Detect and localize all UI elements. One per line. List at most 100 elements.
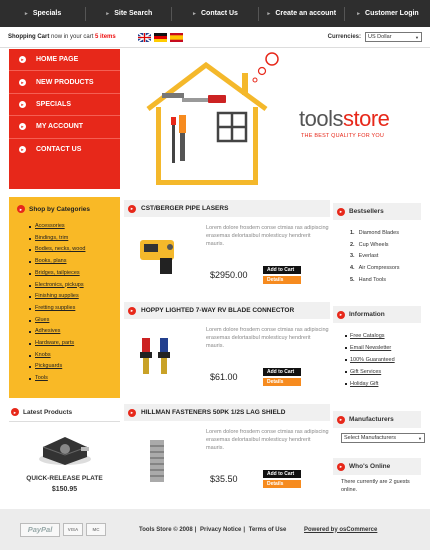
cart-count[interactable]: 5 items xyxy=(95,34,116,40)
store-logo: toolsstore xyxy=(299,106,390,131)
nav-specials[interactable]: ► Specials xyxy=(0,6,87,21)
cart-bar: Shopping Cart now in your cart 5 items C… xyxy=(0,27,430,48)
cart-text: now in your cart xyxy=(51,34,94,40)
product-description: Lorem dolore frosdem conse ctmias ras ad… xyxy=(206,327,329,349)
bullet-arrow-icon: ► xyxy=(337,207,345,216)
chevron-down-icon: ▼ xyxy=(415,34,419,40)
terms-link[interactable]: Terms of Use xyxy=(249,527,287,533)
chevron-down-icon: ▼ xyxy=(418,435,422,441)
category-link[interactable]: Finishing supplies xyxy=(29,291,112,303)
bullet-arrow-icon: ► xyxy=(337,415,345,424)
category-link[interactable]: Books, plans xyxy=(29,256,112,268)
add-to-cart-button[interactable]: Add to Cart xyxy=(263,266,301,274)
category-link[interactable]: Bindings, trim xyxy=(29,233,112,245)
category-link[interactable]: Knobs xyxy=(29,350,112,362)
currency-select[interactable]: US Dollar ▼ xyxy=(365,32,422,42)
bestseller-item[interactable]: 4. Air Compressors xyxy=(350,263,421,275)
menu-my-account[interactable]: ► MY ACCOUNT xyxy=(9,116,120,139)
add-to-cart-button[interactable]: Add to Cart xyxy=(263,368,301,376)
category-link[interactable]: Pickguards xyxy=(29,361,112,373)
info-link[interactable]: 100% Guaranteed xyxy=(345,354,421,366)
page: ► Specials ► Site Search ► Contact Us ► Crea… xyxy=(0,0,430,550)
info-link[interactable]: Holiday Gift xyxy=(345,378,421,390)
tools-house-illustration xyxy=(146,52,279,185)
uk-flag-icon[interactable] xyxy=(137,32,151,42)
product-description: Lorem dolore frosdem conse ctmias ras ad… xyxy=(206,429,329,451)
bestseller-item[interactable]: 2. Cup Wheels xyxy=(350,240,421,252)
product-heading: ► HILLMAN FASTENERS 50PK 1/2S LAG SHIELD xyxy=(124,404,330,421)
info-link[interactable]: Email Newsletter xyxy=(345,342,421,354)
category-link[interactable]: Bodies, necks, wood xyxy=(29,244,112,256)
category-link[interactable]: Glues xyxy=(29,315,112,327)
latest-heading: ► Latest Products xyxy=(9,405,120,422)
nav-customer-login[interactable]: ► Customer Login xyxy=(345,7,430,21)
product-heading: ► CST/BERGER PIPE LASERS xyxy=(124,200,330,217)
bullet-arrow-icon: ► xyxy=(11,408,19,416)
arrow-icon: ► xyxy=(266,10,272,17)
product-description: Lorem dolore frosdem conse ctmias ras ad… xyxy=(206,225,329,247)
bestsellers-heading: ► Bestsellers xyxy=(333,203,421,220)
information-box: ► Information Free Catalogs Email Newslet… xyxy=(333,306,421,390)
arrow-icon: ► xyxy=(356,10,362,17)
store-tagline: THE BEST QUALITY FOR YOU xyxy=(301,133,385,139)
nav-site-search[interactable]: ► Site Search xyxy=(86,6,173,21)
nav-contact-us[interactable]: ► Contact Us xyxy=(172,6,259,21)
bestseller-item[interactable]: 5. Hand Tools xyxy=(350,275,421,287)
latest-products-box: ► Latest Products QUICK-RELEASE PLATE $15… xyxy=(9,405,120,506)
category-link[interactable]: Tools xyxy=(29,373,112,385)
footer: PayPal VISA MC Tools Store © 2008 | Priva… xyxy=(0,509,430,550)
category-link[interactable]: Bridges, tailpieces xyxy=(29,268,112,280)
menu-new-products[interactable]: ► NEW PRODUCTS xyxy=(9,71,120,94)
bullet-arrow-icon: ► xyxy=(128,204,136,213)
manufacturers-heading: ► Manufacturers xyxy=(333,411,421,428)
details-button[interactable]: Details xyxy=(263,378,301,386)
details-button[interactable]: Details xyxy=(263,276,301,284)
latest-product-name[interactable]: QUICK-RELEASE PLATE xyxy=(9,475,120,482)
category-link[interactable]: Hardware, parts xyxy=(29,338,112,350)
bestseller-item[interactable]: 1. Diamond Blades xyxy=(350,228,421,240)
spain-flag-icon[interactable] xyxy=(169,32,183,42)
arrow-icon: ► xyxy=(192,10,197,17)
privacy-link[interactable]: Privacy Notice xyxy=(200,527,241,533)
arrow-icon: ► xyxy=(23,10,29,17)
germany-flag-icon[interactable] xyxy=(153,32,167,42)
main-menu: ► HOME PAGE ► NEW PRODUCTS ► SPECIALS ► MY A… xyxy=(9,49,120,189)
pipe-laser-image[interactable] xyxy=(130,222,184,282)
category-link[interactable]: Electronics, pickups xyxy=(29,280,112,292)
details-button[interactable]: Details xyxy=(263,480,301,488)
menu-contact-us[interactable]: ► CONTACT US xyxy=(9,139,120,161)
payment-logos: PayPal VISA MC xyxy=(20,522,106,537)
add-to-cart-button[interactable]: Add to Cart xyxy=(263,470,301,478)
cart-label[interactable]: Shopping Cart xyxy=(8,34,49,40)
lag-shield-image[interactable] xyxy=(130,426,184,486)
product-price: $2950.00 xyxy=(210,270,248,280)
whos-online-box: ► Who's Online There currently are 2 gues… xyxy=(333,458,421,494)
information-list: Free Catalogs Email Newsletter 100% Guar… xyxy=(333,323,421,390)
bullet-arrow-icon: ► xyxy=(19,56,26,64)
quick-release-plate-image[interactable] xyxy=(35,429,95,469)
manufacturers-select[interactable]: Select Manufacturers ▼ xyxy=(341,433,425,443)
menu-home-page[interactable]: ► HOME PAGE xyxy=(9,49,120,72)
blade-connector-image[interactable] xyxy=(130,324,184,384)
currency-selector: Currencies: US Dollar ▼ xyxy=(328,32,422,42)
mastercard-logo: MC xyxy=(86,523,106,536)
info-link[interactable]: Gift Services xyxy=(345,366,421,378)
product-price: $61.00 xyxy=(210,372,238,382)
product-card: ► CST/BERGER PIPE LASERS Lorem dolore fro… xyxy=(124,200,330,298)
product-price: $35.50 xyxy=(210,474,238,484)
paypal-logo: PayPal xyxy=(20,522,60,537)
bestseller-item[interactable]: 3. Everlast xyxy=(350,251,421,263)
category-link[interactable]: Adhesives xyxy=(29,326,112,338)
nav-create-account[interactable]: ► Create an account xyxy=(259,6,345,21)
category-link[interactable]: Accessories xyxy=(29,221,112,233)
category-link[interactable]: Fretting supplies xyxy=(29,303,112,315)
powered-by-link[interactable]: Powered by osCommerce xyxy=(304,527,377,533)
menu-specials[interactable]: ► SPECIALS xyxy=(9,94,120,117)
bullet-arrow-icon: ► xyxy=(19,100,26,108)
latest-product-price: $150.95 xyxy=(51,486,78,493)
bullet-arrow-icon: ► xyxy=(337,462,345,471)
info-link[interactable]: Free Catalogs xyxy=(345,330,421,342)
product-card: ► HILLMAN FASTENERS 50PK 1/2S LAG SHIELD … xyxy=(124,404,330,502)
manufacturers-box: ► Manufacturers Select Manufacturers ▼ xyxy=(333,411,425,443)
hero-banner: toolsstore THE BEST QUALITY FOR YOU xyxy=(120,49,421,189)
